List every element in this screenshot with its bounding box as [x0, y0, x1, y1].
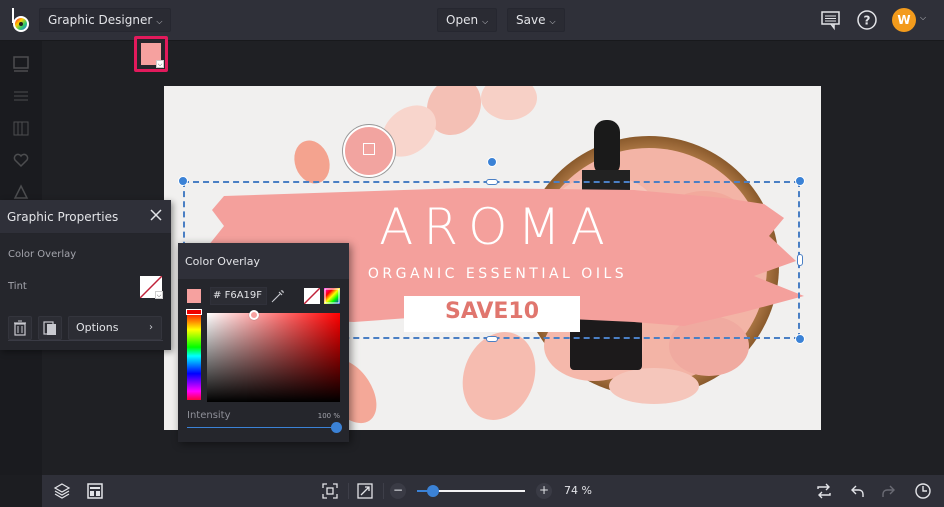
panel-header: Graphic Properties — [0, 200, 171, 234]
color-spectrum-icon[interactable] — [324, 288, 340, 304]
zoom-slider-track[interactable] — [417, 485, 525, 497]
color-picker-marker[interactable] — [249, 310, 259, 320]
adjust-icon[interactable] — [12, 87, 30, 105]
top-bar: Graphic Designer ⌵ Open ⌵ Save ⌵ ? W ⌵ — [0, 0, 944, 41]
hex-prefix: # — [213, 290, 222, 301]
mode-label: Graphic Designer — [48, 13, 153, 27]
chevron-down-icon: ⌵ — [549, 17, 556, 26]
user-avatar[interactable]: W — [892, 8, 916, 32]
petal — [609, 368, 699, 404]
chevron-down-icon[interactable]: ⌵ — [920, 13, 926, 23]
redo-icon[interactable] — [880, 482, 898, 500]
no-color-icon[interactable] — [304, 288, 320, 304]
rotate-anchor-handle[interactable] — [487, 157, 497, 167]
befunky-logo-icon[interactable] — [9, 7, 33, 33]
svg-text:?: ? — [864, 14, 871, 28]
coupon-box[interactable]: SAVE10 — [404, 296, 580, 332]
mode-dropdown[interactable]: Graphic Designer ⌵ — [39, 8, 172, 32]
color-overlay-label: Color Overlay — [8, 249, 77, 260]
library-icon[interactable] — [12, 119, 30, 137]
image-icon[interactable] — [12, 55, 30, 73]
resize-handle-top-left[interactable] — [178, 176, 188, 186]
tint-label: Tint — [8, 281, 27, 292]
intensity-slider-thumb[interactable] — [331, 422, 342, 433]
panel-title: Graphic Properties — [7, 210, 119, 224]
resize-handle-top[interactable] — [486, 179, 498, 185]
options-button[interactable]: Options › — [68, 316, 162, 340]
move-handle[interactable] — [343, 125, 395, 177]
trash-icon — [14, 320, 26, 336]
current-color-swatch — [187, 289, 201, 303]
resize-handle-right[interactable] — [797, 254, 803, 266]
duplicate-icon — [43, 321, 56, 335]
hue-slider[interactable] — [187, 312, 201, 400]
chevron-right-icon: › — [149, 322, 153, 333]
chevron-down-icon: ⌵ — [156, 60, 164, 68]
close-icon[interactable] — [149, 208, 163, 222]
bottom-toolbar: − + 74 % — [42, 475, 944, 507]
divider — [348, 483, 349, 499]
undo-icon[interactable] — [848, 482, 866, 500]
favorites-icon[interactable] — [12, 151, 30, 169]
intensity-value: 100 % — [317, 412, 340, 420]
saturation-value-area[interactable] — [207, 313, 340, 402]
tint-swatch-button[interactable]: ⌵ — [139, 275, 163, 299]
chevron-down-icon: ⌵ — [156, 17, 163, 26]
square-icon — [363, 143, 375, 155]
save-dropdown[interactable]: Save ⌵ — [507, 8, 565, 32]
zoom-slider-thumb[interactable] — [427, 485, 440, 497]
intensity-label: Intensity — [187, 410, 231, 421]
zoom-level: 74 % — [564, 484, 592, 497]
picker-header: Color Overlay — [178, 243, 349, 279]
coupon-text[interactable]: SAVE10 — [404, 299, 580, 324]
options-label: Options — [76, 321, 119, 334]
headline-text[interactable]: AROMA — [352, 198, 642, 256]
layout-icon[interactable] — [86, 482, 104, 500]
dropper-bulb — [594, 120, 620, 176]
comments-icon[interactable] — [819, 8, 843, 32]
picker-title: Color Overlay — [185, 255, 260, 268]
resize-handle-bottom[interactable] — [486, 336, 498, 342]
hex-input[interactable]: # F6A19F — [210, 287, 267, 305]
actual-size-icon[interactable] — [356, 482, 374, 500]
flip-swap-icon[interactable] — [815, 482, 833, 500]
color-overlay-swatch-button[interactable]: ⌵ — [134, 36, 168, 72]
chevron-down-icon: ⌵ — [155, 291, 163, 299]
hue-slider-marker[interactable] — [186, 309, 202, 315]
intensity-slider-track[interactable] — [187, 427, 337, 428]
delete-button[interactable] — [8, 316, 32, 340]
history-icon[interactable] — [914, 482, 932, 500]
zoom-in-button[interactable]: + — [536, 483, 552, 499]
color-overlay-picker: Color Overlay # F6A19F Intensity 100 % — [178, 243, 349, 442]
petal — [294, 140, 330, 184]
fit-to-screen-icon[interactable] — [321, 482, 339, 500]
shapes-icon[interactable] — [12, 183, 30, 201]
zoom-out-button[interactable]: − — [390, 483, 406, 499]
petal — [481, 86, 537, 120]
chevron-down-icon: ⌵ — [482, 17, 489, 26]
divider — [383, 483, 384, 499]
subtitle-text[interactable]: ORGANIC ESSENTIAL OILS — [355, 266, 640, 282]
petal — [462, 332, 536, 420]
open-dropdown[interactable]: Open ⌵ — [437, 8, 498, 32]
layers-icon[interactable] — [53, 482, 71, 500]
resize-handle-top-right[interactable] — [795, 176, 805, 186]
hex-value: F6A19F — [224, 290, 263, 301]
eyedropper-icon[interactable] — [270, 288, 286, 304]
help-icon[interactable]: ? — [855, 8, 879, 32]
save-label: Save — [516, 13, 546, 27]
resize-handle-bottom-right[interactable] — [795, 334, 805, 344]
divider — [8, 340, 163, 341]
duplicate-button[interactable] — [38, 316, 62, 340]
open-label: Open — [446, 13, 479, 27]
